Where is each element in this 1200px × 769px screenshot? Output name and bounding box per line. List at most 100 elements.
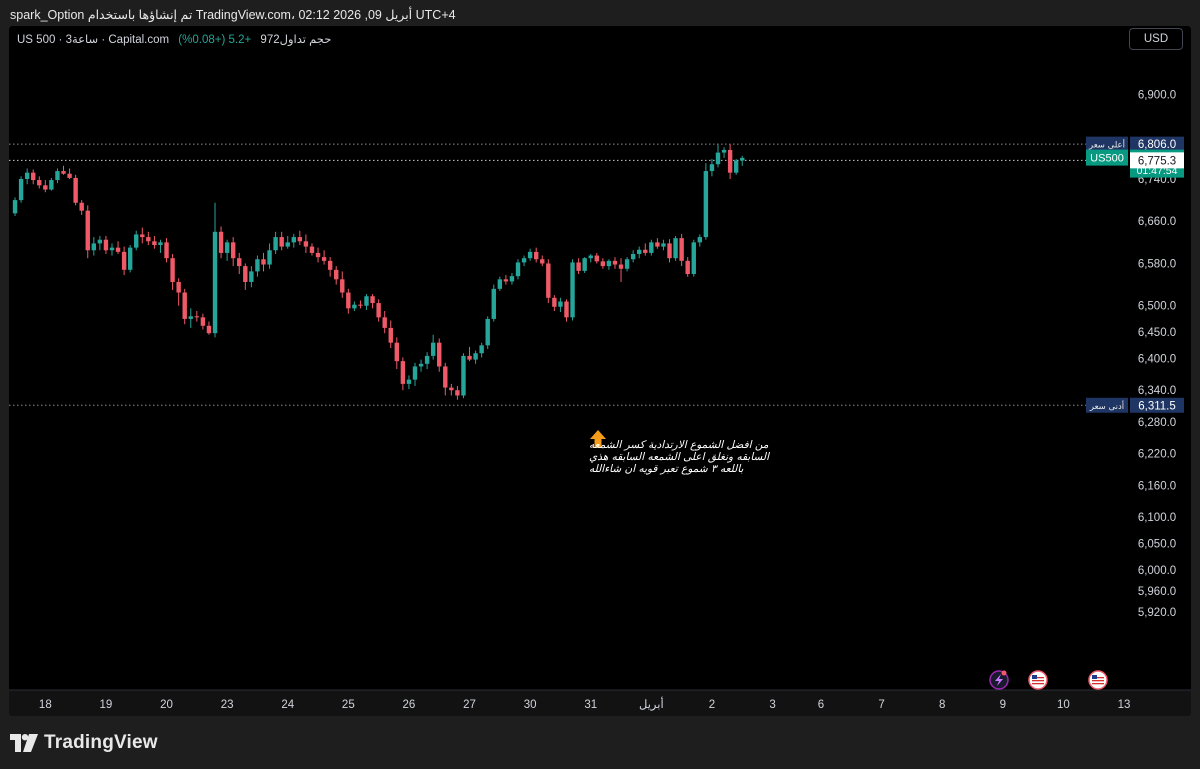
candle-body[interactable] xyxy=(449,387,454,391)
candle-body[interactable] xyxy=(588,255,593,259)
candle-body[interactable] xyxy=(564,301,569,318)
candle-body[interactable] xyxy=(55,171,60,181)
candle-body[interactable] xyxy=(515,262,521,277)
candle-body[interactable] xyxy=(103,239,109,251)
candle-body[interactable] xyxy=(388,327,393,343)
candle-body[interactable] xyxy=(297,237,303,242)
candle-body[interactable] xyxy=(691,242,696,275)
candle-body[interactable] xyxy=(400,361,406,384)
candle-body[interactable] xyxy=(358,304,363,306)
candle-body[interactable] xyxy=(570,262,575,318)
candle-body[interactable] xyxy=(594,255,599,262)
candle-body[interactable] xyxy=(503,279,509,282)
candle-body[interactable] xyxy=(527,251,533,259)
candle-body[interactable] xyxy=(49,180,54,190)
candle-body[interactable] xyxy=(661,243,666,247)
candle-body[interactable] xyxy=(176,281,181,293)
candle-body[interactable] xyxy=(67,173,72,178)
candle-body[interactable] xyxy=(630,253,636,260)
candle-body[interactable] xyxy=(376,303,381,318)
candle-body[interactable] xyxy=(582,258,587,271)
candle-body[interactable] xyxy=(315,252,321,258)
candle-body[interactable] xyxy=(655,242,660,247)
candle-body[interactable] xyxy=(394,342,400,362)
candle-body[interactable] xyxy=(352,304,357,309)
candle-body[interactable] xyxy=(285,242,290,247)
candle-body[interactable] xyxy=(370,296,375,304)
candle-body[interactable] xyxy=(558,301,563,307)
candle-body[interactable] xyxy=(73,177,78,203)
candle-body[interactable] xyxy=(497,279,503,289)
candle-body[interactable] xyxy=(321,257,327,261)
candle-body[interactable] xyxy=(127,247,133,270)
candle-body[interactable] xyxy=(164,242,169,259)
candle-body[interactable] xyxy=(18,178,24,201)
candle-body[interactable] xyxy=(279,237,284,247)
candle-body[interactable] xyxy=(24,172,30,179)
candle-body[interactable] xyxy=(467,355,472,360)
candle-body[interactable] xyxy=(437,342,442,367)
candle-body[interactable] xyxy=(491,288,496,319)
candle-body[interactable] xyxy=(406,379,412,384)
candle-body[interactable] xyxy=(109,247,115,251)
candle-body[interactable] xyxy=(255,259,260,272)
candle-body[interactable] xyxy=(194,316,200,318)
candle-body[interactable] xyxy=(679,238,684,261)
candle-body[interactable] xyxy=(533,251,539,260)
candle-body[interactable] xyxy=(170,258,175,282)
candle-body[interactable] xyxy=(115,247,121,252)
candle-body[interactable] xyxy=(140,234,145,238)
candle-body[interactable] xyxy=(243,266,248,282)
candle-body[interactable] xyxy=(31,172,36,181)
candle-body[interactable] xyxy=(455,390,460,396)
candlestick-chart[interactable]: 5,920.0 5,960.0 6,000.0 6,050.0 6,100.0 6,160… xyxy=(9,26,1191,716)
candle-body[interactable] xyxy=(649,242,654,253)
candle-body[interactable] xyxy=(667,243,672,259)
candle-body[interactable] xyxy=(709,164,715,172)
candle-body[interactable] xyxy=(600,261,606,267)
candle-body[interactable] xyxy=(479,345,484,354)
candle-body[interactable] xyxy=(473,353,478,360)
candle-body[interactable] xyxy=(85,210,90,251)
candle-body[interactable] xyxy=(521,258,527,263)
candle-body[interactable] xyxy=(146,237,151,242)
candle-body[interactable] xyxy=(485,318,490,346)
candle-body[interactable] xyxy=(309,246,315,253)
candle-body[interactable] xyxy=(443,366,448,388)
candle-body[interactable] xyxy=(249,271,254,282)
candle-body[interactable] xyxy=(230,242,236,259)
candle-body[interactable] xyxy=(552,297,557,307)
candle-body[interactable] xyxy=(697,237,703,243)
candle-body[interactable] xyxy=(121,251,127,270)
candle-body[interactable] xyxy=(267,250,272,265)
candle-body[interactable] xyxy=(61,171,66,174)
candle-body[interactable] xyxy=(382,317,387,328)
candle-body[interactable] xyxy=(303,241,309,247)
candle-body[interactable] xyxy=(79,202,84,211)
candle-body[interactable] xyxy=(509,276,515,282)
candle-body[interactable] xyxy=(273,237,278,251)
candle-body[interactable] xyxy=(340,279,345,293)
candle-body[interactable] xyxy=(727,149,733,173)
candle-body[interactable] xyxy=(461,355,466,396)
candle-body[interactable] xyxy=(546,263,551,298)
candle-body[interactable] xyxy=(12,200,18,214)
candle-body[interactable] xyxy=(134,234,139,248)
candle-body[interactable] xyxy=(540,259,545,264)
candle-body[interactable] xyxy=(218,231,224,253)
currency-button[interactable]: USD xyxy=(1129,28,1183,50)
candle-body[interactable] xyxy=(733,160,739,173)
candle-body[interactable] xyxy=(237,258,242,267)
candle-body[interactable] xyxy=(412,366,418,380)
candle-body[interactable] xyxy=(200,317,206,326)
candle-body[interactable] xyxy=(224,242,230,253)
candle-body[interactable] xyxy=(637,249,642,254)
candle-body[interactable] xyxy=(721,149,727,153)
candle-body[interactable] xyxy=(97,239,103,244)
candle-body[interactable] xyxy=(740,157,745,161)
candle-body[interactable] xyxy=(685,260,690,275)
candle-body[interactable] xyxy=(703,171,709,238)
candle-body[interactable] xyxy=(212,231,218,334)
candle-body[interactable] xyxy=(673,238,678,259)
candle-body[interactable] xyxy=(715,152,721,165)
